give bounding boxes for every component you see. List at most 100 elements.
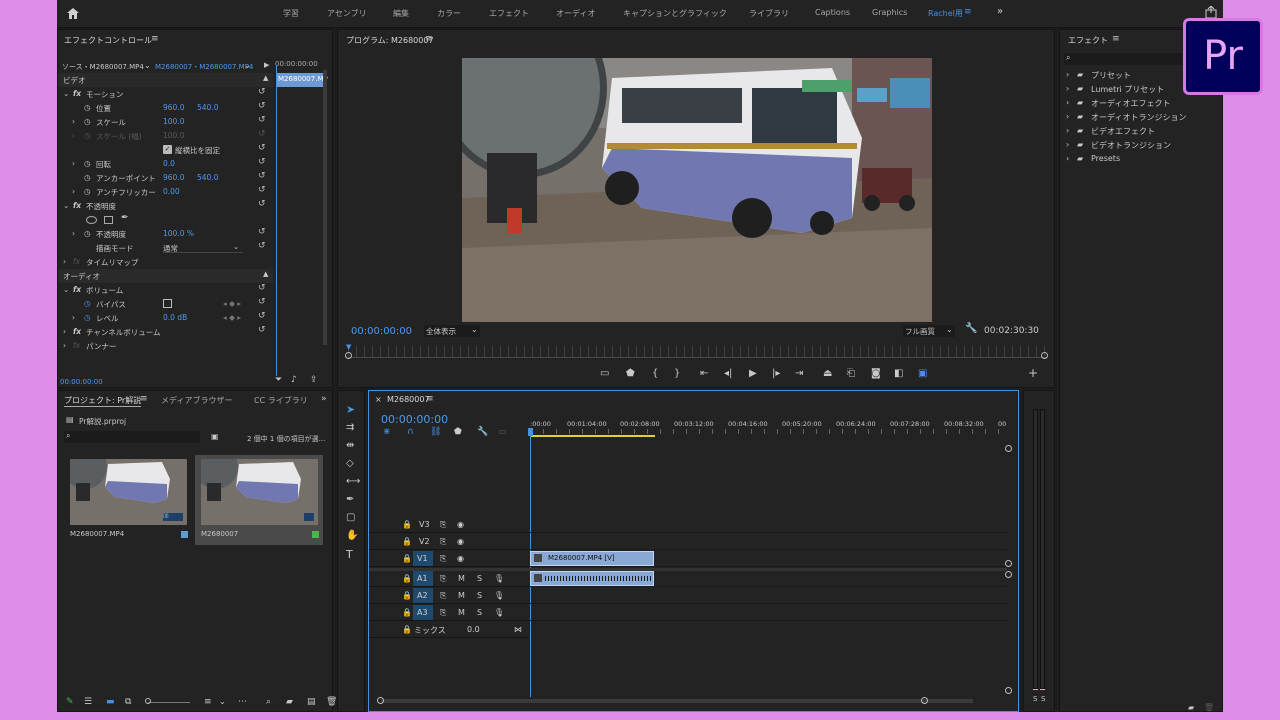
solo-button[interactable]: S bbox=[477, 608, 482, 617]
tab-project[interactable]: プロジェクト: Pr解説 bbox=[64, 395, 142, 407]
effect-controls-title[interactable]: エフェクトコントロール bbox=[64, 35, 152, 46]
workspace-rachel[interactable]: Rachel用 bbox=[928, 8, 963, 19]
level-value[interactable]: 0.0 dB bbox=[163, 313, 187, 322]
tab-cc-libraries[interactable]: CC ライブラリ bbox=[254, 395, 308, 406]
effect-controls-timecode[interactable]: 00:00:00:00 bbox=[60, 378, 103, 386]
new-bin-icon[interactable]: ▰ bbox=[286, 697, 293, 707]
snap-icon[interactable]: ∩ bbox=[407, 427, 414, 437]
reset-icon[interactable]: ↺ bbox=[258, 115, 266, 125]
reset-icon[interactable]: ↺ bbox=[258, 185, 266, 195]
write-pencil-icon[interactable]: ✎ bbox=[66, 697, 74, 707]
rectangle-tool-icon[interactable]: ▢ bbox=[346, 512, 355, 523]
position-x-value[interactable]: 960.0 bbox=[163, 103, 184, 112]
stopwatch-icon[interactable]: ◷ bbox=[84, 117, 91, 126]
reset-icon[interactable]: ↺ bbox=[258, 171, 266, 181]
sync-lock-icon[interactable]: ⎘ bbox=[440, 574, 446, 584]
list-view-icon[interactable]: ☰ bbox=[84, 697, 92, 707]
panel-menu-icon[interactable]: ≡ bbox=[426, 394, 434, 404]
channel-volume-row[interactable]: › fx チャンネルボリューム ↺ bbox=[58, 325, 273, 339]
go-to-out-icon[interactable]: ⇥ bbox=[795, 368, 803, 379]
position-y-value[interactable]: 540.0 bbox=[197, 103, 218, 112]
anchor-y-value[interactable]: 540.0 bbox=[197, 173, 218, 182]
mute-button[interactable]: M bbox=[458, 591, 465, 600]
sync-lock-icon[interactable]: ⎘ bbox=[440, 591, 446, 601]
add-marker-icon[interactable]: ⬟ bbox=[454, 427, 462, 437]
reset-icon[interactable]: ↺ bbox=[258, 311, 266, 321]
reset-icon[interactable]: ↺ bbox=[258, 283, 266, 293]
ripple-edit-tool-icon[interactable]: ⇹ bbox=[346, 440, 354, 451]
new-item-icon[interactable]: ▤ bbox=[307, 697, 316, 707]
type-tool-icon[interactable]: T bbox=[346, 548, 353, 561]
project-item-thumbnail[interactable]: M2680007 bbox=[195, 455, 323, 545]
safe-margins-icon[interactable]: ▭ bbox=[600, 368, 609, 379]
label-color-swatch[interactable] bbox=[312, 531, 319, 538]
workspace-assembly[interactable]: アセンブリ bbox=[327, 8, 367, 19]
reset-icon[interactable]: ↺ bbox=[258, 87, 266, 97]
video-clip[interactable]: M2680007.MP4 [V] bbox=[530, 551, 654, 566]
antiflicker-value[interactable]: 0.00 bbox=[163, 187, 180, 196]
extract-icon[interactable]: ⎗ bbox=[847, 368, 855, 379]
slider-handle[interactable] bbox=[145, 698, 151, 704]
track-row-v3[interactable] bbox=[530, 517, 1007, 533]
stopwatch-icon[interactable]: ◷ bbox=[84, 173, 91, 182]
chevron-down-icon[interactable]: ⌄ bbox=[144, 61, 151, 70]
export-icon[interactable]: ⇪ bbox=[310, 375, 318, 385]
microphone-icon[interactable]: 🎙 bbox=[494, 591, 504, 600]
volume-effect-row[interactable]: ⌄ fx ボリューム ↺ bbox=[58, 283, 273, 297]
vscroll-handle[interactable] bbox=[1005, 445, 1012, 452]
nest-icon[interactable]: ⋇ bbox=[383, 427, 391, 437]
filter-icon[interactable]: ⏷ bbox=[275, 375, 282, 385]
uniform-scale-checkbox[interactable]: ✓ bbox=[163, 145, 172, 154]
thumbnail-size-slider[interactable] bbox=[148, 702, 190, 703]
more-tabs-icon[interactable]: » bbox=[321, 394, 327, 404]
project-item-thumbnail[interactable]: ▯▯ M2680007.MP4 bbox=[64, 455, 191, 545]
microphone-icon[interactable]: 🎙 bbox=[494, 574, 504, 583]
timeline-timecode[interactable]: 00:00:00:00 bbox=[381, 413, 448, 426]
workspace-effects[interactable]: エフェクト bbox=[489, 8, 529, 19]
lock-icon[interactable]: 🔒 bbox=[402, 608, 412, 617]
quality-select[interactable]: フル画質 ⌄ bbox=[903, 325, 955, 337]
mute-button[interactable]: M bbox=[458, 608, 465, 617]
lift-icon[interactable]: ⏏ bbox=[823, 368, 832, 379]
keyframe-nav-icon[interactable]: ◂ ◆ ▸ bbox=[223, 299, 241, 308]
workspace-menu-icon[interactable]: ≡ bbox=[964, 7, 972, 17]
stopwatch-icon[interactable]: ◷ bbox=[84, 187, 91, 196]
step-back-icon[interactable]: ◂| bbox=[724, 368, 732, 379]
audio-clip[interactable] bbox=[530, 571, 654, 586]
mix-value[interactable]: 0.0 bbox=[467, 625, 480, 634]
step-forward-icon[interactable]: |▸ bbox=[772, 368, 780, 379]
lock-icon[interactable]: 🔒 bbox=[402, 554, 412, 563]
tab-sequence[interactable]: M2680007 bbox=[387, 395, 430, 404]
stopwatch-icon[interactable]: ◷ bbox=[84, 159, 91, 168]
workspace-libraries[interactable]: ライブラリ bbox=[749, 8, 789, 19]
freeform-view-icon[interactable]: ⧉ bbox=[125, 697, 131, 707]
solo-left-button[interactable]: S bbox=[1033, 695, 1037, 703]
ellipse-mask-icon[interactable] bbox=[86, 216, 97, 224]
zoom-select[interactable]: 全体表示 ⌄ bbox=[424, 325, 480, 337]
playhead-marker[interactable]: ▼ bbox=[346, 343, 351, 351]
reset-icon[interactable]: ↺ bbox=[258, 297, 266, 307]
lock-icon[interactable]: 🔒 bbox=[402, 625, 412, 634]
playhead-line[interactable] bbox=[276, 66, 277, 376]
opacity-value[interactable]: 100.0 % bbox=[163, 229, 194, 238]
solo-right-button[interactable]: S bbox=[1041, 695, 1045, 703]
zoom-handle-right[interactable] bbox=[1041, 352, 1048, 359]
vscroll-handle[interactable] bbox=[1005, 687, 1012, 694]
rectangle-mask-icon[interactable] bbox=[104, 216, 113, 224]
wrench-icon[interactable]: 🔧 bbox=[477, 427, 488, 437]
hscroll-handle-right[interactable] bbox=[921, 697, 928, 704]
vr-video-icon[interactable]: ▣ bbox=[918, 368, 927, 379]
delete-icon[interactable]: 🗑 bbox=[1204, 703, 1214, 712]
work-area-bar[interactable] bbox=[530, 435, 655, 437]
automate-to-sequence-icon[interactable]: ⋯ bbox=[238, 697, 247, 707]
sync-lock-icon[interactable]: ⎘ bbox=[440, 608, 446, 618]
zoom-handle-left[interactable] bbox=[345, 352, 352, 359]
rotation-value[interactable]: 0.0 bbox=[163, 159, 175, 168]
panner-row[interactable]: › fx パンナー bbox=[58, 339, 273, 353]
panel-menu-icon[interactable]: ≡ bbox=[425, 34, 433, 44]
stopwatch-icon[interactable]: ◷ bbox=[84, 313, 91, 322]
reset-icon[interactable]: ↺ bbox=[258, 157, 266, 167]
linked-selection-icon[interactable]: ⛓ bbox=[430, 427, 441, 437]
sort-icon[interactable]: ≡ bbox=[204, 697, 212, 707]
add-button-icon[interactable]: + bbox=[1028, 366, 1038, 380]
